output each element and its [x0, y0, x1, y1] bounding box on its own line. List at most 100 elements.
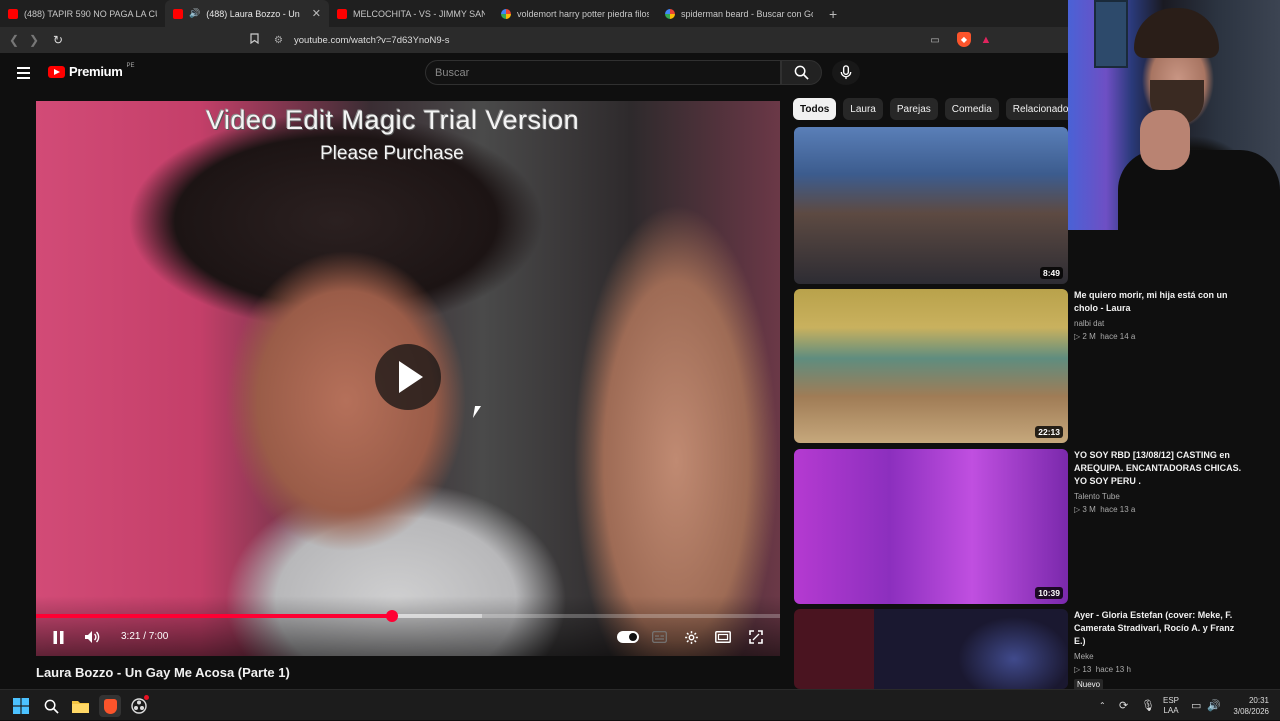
recommendation-thumbnail[interactable]: 22:13: [794, 289, 1068, 443]
microphone-icon: [840, 65, 852, 80]
obs-taskbar-button[interactable]: [128, 695, 150, 717]
recommendation-title[interactable]: YO SOY RBD [13/08/12] CASTING en AREQUIP…: [1074, 449, 1244, 488]
fullscreen-icon: [749, 630, 763, 644]
recommendation-info[interactable]: YO SOY RBD [13/08/12] CASTING en AREQUIP…: [1074, 449, 1244, 514]
tab-title: MELCOCHITA - VS - JIMMY SANTI - Y: [353, 8, 485, 19]
recommendation-info[interactable]: Ayer - Gloria Estefan (cover: Meke, F. C…: [1074, 609, 1244, 692]
tray-overflow-icon[interactable]: ⌃: [1099, 690, 1106, 721]
browser-tab-bar: (488) TAPIR 590 NO PAGA LA CUENTA 🔊 (488…: [0, 0, 1068, 27]
autoplay-toggle[interactable]: [617, 628, 639, 646]
views-icon: ▷: [1074, 505, 1081, 514]
bookmark-icon[interactable]: [250, 33, 274, 47]
streamer-hand: [1140, 110, 1190, 170]
language-line1: ESP: [1163, 695, 1180, 705]
forward-icon[interactable]: ❯: [24, 33, 44, 47]
view-count: 3 M: [1082, 505, 1096, 514]
microphone-tray-icon[interactable]: 🎙: [1141, 690, 1155, 721]
recommendation-channel[interactable]: Meke: [1074, 652, 1244, 661]
windows-logo-icon: [13, 698, 29, 714]
video-player[interactable]: Video Edit Magic Trial Version Please Pu…: [36, 101, 780, 656]
recommendation-title[interactable]: Ayer - Gloria Estefan (cover: Meke, F. C…: [1074, 609, 1244, 648]
theater-mode-button[interactable]: [715, 628, 731, 646]
volume-button[interactable]: [83, 628, 101, 646]
recommendation-meta: ▷ 2 M hace 14 a: [1074, 332, 1244, 341]
autoplay-toggle-icon: [617, 631, 639, 643]
scrubber-handle[interactable]: [386, 610, 399, 622]
gear-icon: [684, 630, 698, 644]
recording-dot-icon: [144, 695, 149, 700]
youtube-favicon-icon: [337, 8, 347, 19]
search-button[interactable]: [781, 60, 822, 85]
site-settings-icon[interactable]: ⚙: [274, 35, 294, 46]
play-overlay-icon[interactable]: [375, 344, 441, 410]
new-tab-button[interactable]: +: [821, 6, 845, 22]
voice-search-button[interactable]: [832, 60, 860, 85]
clock-time: 20:31: [1248, 695, 1269, 705]
theater-mode-icon: [715, 631, 731, 643]
omnibox[interactable]: ⚙ youtube.com/watch?v=7d63YnoN9-s: [250, 30, 1000, 50]
settings-button[interactable]: [683, 628, 699, 646]
clock[interactable]: 20:31 3/08/2026: [1227, 690, 1269, 721]
progress-bar[interactable]: [36, 610, 780, 622]
youtube-premium-logo[interactable]: Premium PE: [48, 62, 135, 79]
start-button[interactable]: [10, 695, 32, 717]
chip-parejas[interactable]: Parejas: [889, 98, 938, 120]
views-icon: ▷: [1074, 665, 1081, 674]
country-code: PE: [126, 62, 135, 69]
volume-icon: [84, 631, 99, 643]
sync-icon[interactable]: ⟳: [1119, 690, 1128, 721]
address-bar: ❮ ❯ ↻ ⚙ youtube.com/watch?v=7d63YnoN9-s …: [0, 27, 1068, 53]
recommendation-thumbnail[interactable]: 8:49: [794, 127, 1068, 284]
recommendation-thumbnail[interactable]: [794, 609, 1068, 689]
google-favicon-icon: [501, 8, 511, 19]
network-icon[interactable]: ▭: [1191, 690, 1201, 721]
subtitles-icon: [651, 631, 667, 643]
taskbar-search-button[interactable]: [40, 695, 62, 717]
tab-title: spiderman beard - Buscar con Googl: [681, 8, 813, 19]
duration-badge: 8:49: [1039, 267, 1063, 279]
recommendation-channel[interactable]: Talento Tube: [1074, 492, 1244, 501]
volume-tray-icon[interactable]: 🔊: [1207, 690, 1221, 721]
tab-title: (488) TAPIR 590 NO PAGA LA CUENTA: [24, 8, 157, 19]
browser-tab-active[interactable]: 🔊 (488) Laura Bozzo - Un Gay Me ✕: [165, 0, 329, 27]
logo-text: Premium: [69, 64, 123, 79]
reload-icon[interactable]: ↻: [48, 33, 68, 47]
subtitles-button[interactable]: [651, 628, 667, 646]
recommendation-channel[interactable]: nalbi dat: [1074, 319, 1244, 328]
recommendation-thumbnail[interactable]: 10:39: [794, 449, 1068, 604]
chip-comedia[interactable]: Comedia: [944, 98, 999, 120]
view-count: 13: [1082, 665, 1092, 674]
windows-taskbar: ⌃ ⟳ 🎙 ESP LAA ▭ 🔊 20:31 3/08/2026: [0, 689, 1280, 720]
menu-icon[interactable]: [17, 67, 30, 79]
clock-date: 3/08/2026: [1233, 706, 1269, 716]
youtube-header: Premium PE Buscar: [0, 53, 1068, 93]
language-line2: LAA: [1163, 705, 1179, 715]
pause-icon: [53, 630, 63, 644]
browser-tab[interactable]: MELCOCHITA - VS - JIMMY SANTI - Y: [329, 0, 493, 27]
views-icon: ▷: [1074, 332, 1081, 341]
search-input[interactable]: Buscar: [425, 60, 781, 85]
youtube-favicon-icon: [8, 8, 18, 19]
browser-tab[interactable]: voldemort harry potter piedra filosof: [493, 0, 657, 27]
chip-laura[interactable]: Laura: [843, 98, 883, 120]
browser-tab[interactable]: (488) TAPIR 590 NO PAGA LA CUENTA: [0, 0, 165, 27]
brave-rewards-icon[interactable]: ▲: [979, 33, 993, 47]
back-icon[interactable]: ❮: [4, 33, 24, 47]
chip-todos[interactable]: Todos: [793, 98, 837, 120]
close-tab-icon[interactable]: ✕: [312, 7, 321, 20]
browser-tab[interactable]: spiderman beard - Buscar con Googl: [657, 0, 821, 27]
recommendation-title[interactable]: Me quiero morir, mi hija está con un cho…: [1074, 289, 1244, 315]
watermark-line1: Video Edit Magic Trial Version: [206, 105, 580, 135]
file-explorer-button[interactable]: [69, 695, 91, 717]
url-text[interactable]: youtube.com/watch?v=7d63YnoN9-s: [294, 35, 450, 46]
recommendation-meta: ▷ 3 M hace 13 a: [1074, 505, 1244, 514]
language-indicator[interactable]: ESP LAA: [1163, 690, 1179, 721]
cast-icon[interactable]: ▭: [928, 33, 942, 47]
brave-taskbar-button[interactable]: [99, 695, 121, 717]
pause-button[interactable]: [50, 628, 66, 646]
fullscreen-button[interactable]: [748, 628, 764, 646]
brave-shields-icon[interactable]: ◆: [957, 32, 971, 47]
video-title: Laura Bozzo - Un Gay Me Acosa (Parte 1): [36, 665, 290, 680]
search-icon: [44, 699, 59, 714]
recommendation-info[interactable]: Me quiero morir, mi hija está con un cho…: [1074, 289, 1244, 341]
